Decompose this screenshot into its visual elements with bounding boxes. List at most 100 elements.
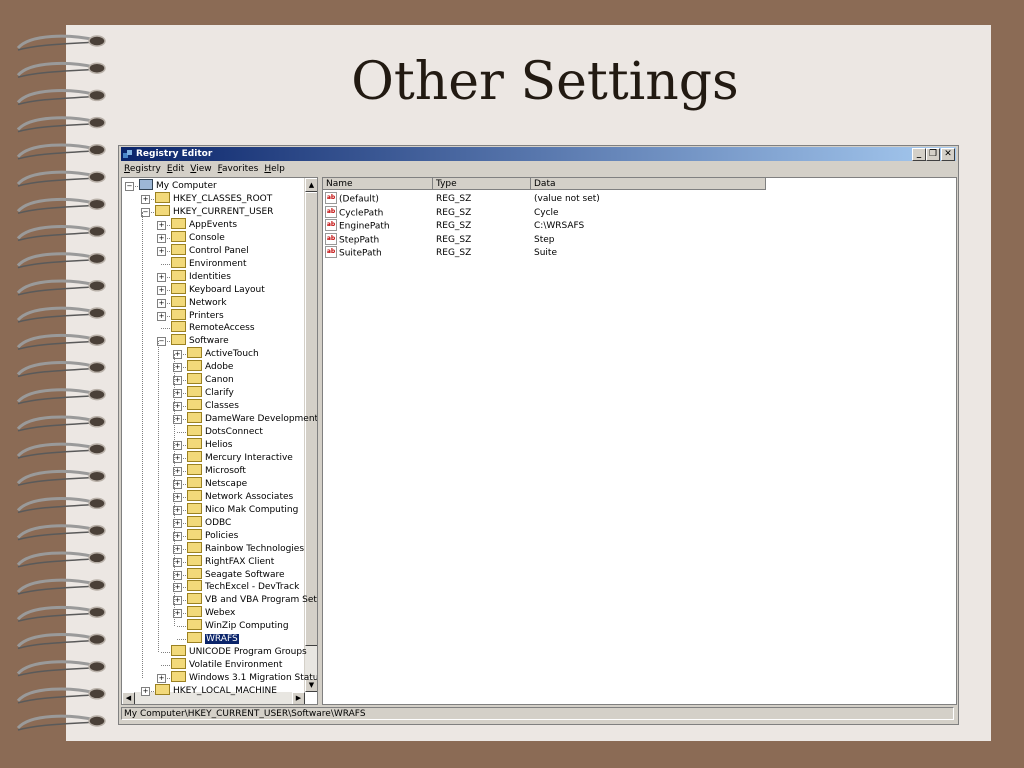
string-value-icon: ab [325, 232, 337, 245]
value-row[interactable]: ab CyclePath REG_SZ Cycle [323, 205, 953, 221]
pane-splitter[interactable] [318, 177, 321, 703]
value-row[interactable]: ab SuitePath REG_SZ Suite [323, 246, 953, 261]
registry-tree[interactable]: ▲ ▼ ◀ ▶ My Computer − HKEY_CLASSES_ROOT + HK… [121, 177, 318, 705]
tree-item-label: ODBC [205, 517, 232, 528]
tree-item[interactable]: My Computer [139, 179, 217, 193]
folder-icon [187, 606, 202, 618]
tree-item[interactable]: HKEY_CLASSES_ROOT [155, 191, 273, 206]
tree-item-label: ActiveTouch [205, 349, 259, 360]
folder-icon [187, 502, 202, 514]
value-row[interactable]: ab StepPath REG_SZ Step [323, 232, 953, 247]
tree-item-label: Keyboard Layout [189, 284, 265, 295]
tree-item[interactable]: Windows 3.1 Migration Status [171, 671, 317, 685]
column-header-data[interactable]: Data [531, 178, 766, 190]
spiral-ring [16, 578, 106, 595]
folder-icon [187, 425, 202, 437]
spiral-ring [16, 388, 106, 405]
registry-editor-window[interactable]: Registry Editor _ ❐ ✕ Registry Edit View Fa… [118, 145, 959, 725]
expand-icon[interactable]: + [157, 285, 166, 295]
values-list[interactable]: Name Type Data ab (Default) REG_SZ (value n… [322, 177, 957, 705]
tree-item[interactable]: Network Associates [187, 489, 293, 504]
column-header-name[interactable]: Name [323, 178, 433, 190]
registry-editor-icon [123, 150, 132, 158]
expand-icon[interactable]: + [157, 220, 166, 230]
tree-connector [161, 652, 170, 654]
expand-icon[interactable]: + [141, 687, 150, 697]
tree-connector [161, 665, 170, 667]
tree-item[interactable]: WinZip Computing [187, 619, 289, 633]
spiral-ring [16, 442, 106, 459]
tree-item-label: WRAFS [205, 634, 239, 645]
menu-item-view[interactable]: View [190, 164, 211, 174]
folder-icon [171, 256, 186, 268]
tree-item[interactable]: TechExcel - DevTrack [187, 580, 300, 594]
spiral-ring [16, 361, 106, 378]
minimize-button[interactable]: _ [912, 148, 926, 161]
tree-item-label: Seagate Software [205, 569, 285, 580]
string-value-icon: ab [325, 192, 337, 204]
folder-icon [171, 295, 186, 307]
spiral-ring [16, 605, 106, 622]
value-row[interactable]: ab (Default) REG_SZ (value not set) [323, 192, 953, 206]
tree-guide-line [158, 341, 159, 653]
spiral-ring [16, 633, 106, 650]
tree-item-label: Rainbow Technologies [205, 543, 305, 554]
tree-item[interactable]: Volatile Environment [171, 658, 282, 672]
tree-item[interactable]: Mercury Interactive [187, 450, 293, 465]
expand-icon[interactable]: + [157, 674, 166, 684]
folder-icon [187, 476, 202, 488]
value-name-cell: ab CyclePath [325, 205, 383, 221]
tree-item-label: Printers [189, 310, 224, 321]
value-name-cell: ab SuitePath [325, 246, 382, 261]
tree-item[interactable]: WRAFS [187, 632, 239, 646]
folder-icon [187, 399, 202, 411]
spiral-ring [16, 89, 106, 106]
expand-icon[interactable]: + [157, 233, 166, 243]
folder-icon [187, 386, 202, 398]
spiral-ring [16, 333, 106, 350]
tree-item-label: TechExcel - DevTrack [205, 582, 300, 593]
maximize-button[interactable]: ❐ [926, 148, 940, 161]
scroll-right-arrow[interactable]: ▶ [292, 692, 305, 704]
tree-item-label: Environment [189, 258, 247, 269]
expand-icon[interactable]: + [141, 194, 150, 204]
string-value-icon: ab [325, 219, 337, 231]
collapse-icon[interactable]: − [125, 182, 134, 191]
tree-item-label: DotsConnect [205, 427, 263, 438]
tree-item-label: HKEY_CLASSES_ROOT [173, 193, 273, 204]
folder-icon [187, 528, 202, 540]
expand-icon[interactable]: + [157, 311, 166, 321]
tree-item[interactable]: Rainbow Technologies [187, 541, 305, 556]
scroll-up-arrow[interactable]: ▲ [305, 178, 317, 192]
spiral-binding [16, 34, 106, 731]
title-bar[interactable]: Registry Editor _ ❐ ✕ [121, 147, 956, 161]
tree-item[interactable]: Nico Mak Computing [187, 502, 298, 517]
tree-item[interactable]: UNICODE Program Groups [171, 645, 307, 659]
expand-icon[interactable]: + [157, 272, 166, 282]
tree-connector [177, 626, 186, 628]
column-header-type[interactable]: Type [433, 178, 531, 190]
folder-icon [171, 282, 186, 294]
tree-item[interactable]: HKEY_LOCAL_MACHINE [155, 684, 277, 698]
folder-icon [155, 191, 170, 203]
tree-vertical-scrollbar[interactable]: ▲ ▼ [304, 178, 317, 692]
folder-icon [171, 217, 186, 229]
folder-icon [171, 645, 186, 657]
tree-item[interactable]: DameWare Development [187, 412, 317, 426]
tree-item-label: VB and VBA Program Settir [205, 595, 318, 606]
close-button[interactable]: ✕ [941, 148, 955, 161]
value-type: REG_SZ [436, 248, 472, 258]
menu-item-favorites[interactable]: Favorites [218, 164, 259, 174]
tree-item-label: My Computer [156, 181, 217, 191]
menu-item-help[interactable]: Help [264, 164, 285, 174]
expand-icon[interactable]: + [157, 298, 166, 308]
spiral-ring [16, 279, 106, 296]
tree-item-label: Webex [205, 608, 236, 619]
menu-item-registry[interactable]: Registry [124, 164, 161, 174]
folder-icon [171, 658, 186, 670]
expand-icon[interactable]: + [157, 246, 166, 256]
tree-item[interactable]: VB and VBA Program Settir [187, 593, 318, 607]
value-row[interactable]: ab EnginePath REG_SZ C:\WRSAFS [323, 219, 953, 233]
scroll-left-arrow[interactable]: ◀ [122, 692, 135, 704]
menu-item-edit[interactable]: Edit [167, 164, 184, 174]
